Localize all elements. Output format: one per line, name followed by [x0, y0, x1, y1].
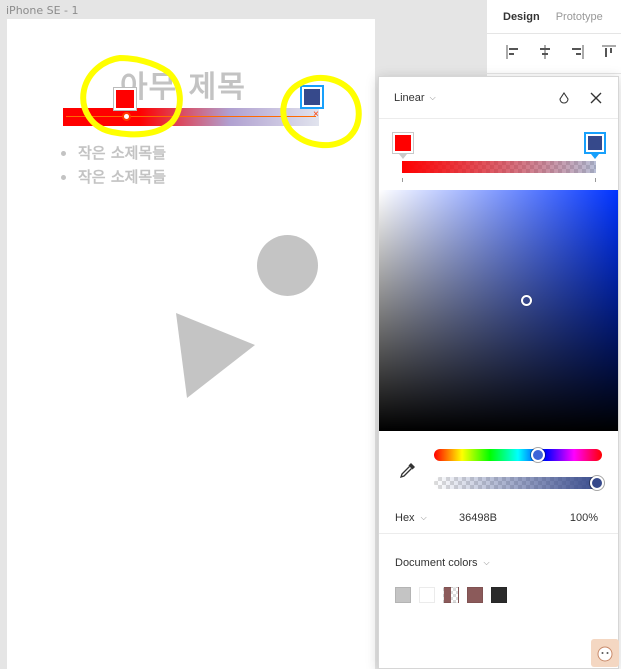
frame-label[interactable]: iPhone SE - 1 — [6, 4, 79, 17]
alignment-toolbar — [487, 34, 621, 74]
gradient-end-handle[interactable]: × — [313, 110, 319, 120]
gradient-stop-left[interactable] — [392, 132, 414, 154]
color-mode-dropdown[interactable]: Hex ⌵ — [395, 512, 427, 524]
triangle-shape[interactable] — [175, 312, 257, 400]
bullet-item[interactable]: 작은 소제목들 — [61, 141, 166, 165]
chevron-down-icon: ⌵ — [420, 512, 427, 522]
saturation-value-area[interactable] — [379, 190, 618, 431]
opacity-slider-knob[interactable] — [590, 476, 604, 490]
align-right-icon[interactable] — [568, 43, 586, 61]
drop-icon — [559, 91, 569, 104]
canvas-stop-red[interactable] — [113, 87, 137, 111]
tab-prototype[interactable]: Prototype — [556, 11, 603, 23]
align-horizontal-center-icon[interactable] — [536, 43, 554, 61]
hue-slider[interactable] — [434, 448, 602, 462]
color-value-row: Hex ⌵ 36498B 100% — [379, 502, 618, 534]
document-colors-dropdown[interactable]: Document colors ⌵ — [395, 557, 490, 569]
document-color-swatches — [395, 587, 507, 603]
align-left-icon[interactable] — [504, 43, 522, 61]
canvas-stop-blue[interactable] — [300, 85, 324, 109]
gradient-direction-line — [66, 116, 316, 117]
gradient-start-handle[interactable] — [122, 112, 131, 121]
canvas-stop-blue-fill — [304, 89, 320, 105]
opacity-input[interactable]: 100% — [570, 512, 598, 524]
opacity-slider[interactable] — [434, 476, 604, 490]
picker-sliders — [379, 442, 618, 502]
fill-type-dropdown[interactable]: Linear ⌵ — [394, 92, 436, 104]
gradient-preview-bar[interactable] — [402, 161, 596, 173]
canvas-stop-red-fill — [116, 90, 134, 108]
circle-shape[interactable] — [257, 235, 318, 296]
bullet-item[interactable]: 작은 소제목들 — [61, 165, 166, 189]
character-icon — [597, 646, 613, 662]
align-top-icon[interactable] — [600, 43, 618, 61]
chevron-down-icon: ⌵ — [483, 558, 490, 567]
hex-input[interactable]: 36498B — [459, 512, 497, 524]
document-colors-label: Document colors — [395, 557, 478, 569]
saturation-value-handle[interactable] — [521, 295, 532, 306]
tab-design[interactable]: Design — [503, 11, 540, 23]
color-mode-label: Hex — [395, 511, 415, 524]
color-swatch[interactable] — [491, 587, 507, 603]
picker-header: Linear ⌵ — [379, 77, 618, 119]
bullet-list: 작은 소제목들 작은 소제목들 — [61, 141, 166, 189]
close-icon — [590, 92, 602, 103]
gradient-stop-left-color — [395, 135, 411, 151]
frame-title[interactable]: 아무 제목 — [120, 62, 246, 106]
hue-slider-knob[interactable] — [531, 448, 545, 462]
fill-type-label: Linear — [394, 91, 425, 104]
gradient-preview-ticks — [402, 178, 596, 182]
color-swatch[interactable] — [443, 587, 459, 603]
gradient-rectangle[interactable] — [63, 108, 319, 126]
color-swatch[interactable] — [419, 587, 435, 603]
gradient-stop-right-color — [588, 136, 602, 150]
blend-mode-button[interactable] — [552, 86, 576, 110]
color-picker-popup: Linear ⌵ Hex ⌵ 36498B 100% Document colo… — [378, 76, 619, 669]
gradient-stop-right[interactable] — [584, 132, 606, 154]
color-swatch[interactable] — [467, 587, 483, 603]
panel-tabs: Design Prototype — [487, 0, 621, 34]
close-button[interactable] — [584, 86, 608, 110]
eyedropper-icon[interactable] — [399, 461, 417, 479]
watermark-badge — [591, 639, 619, 667]
chevron-down-icon: ⌵ — [429, 92, 436, 102]
color-swatch[interactable] — [395, 587, 411, 603]
